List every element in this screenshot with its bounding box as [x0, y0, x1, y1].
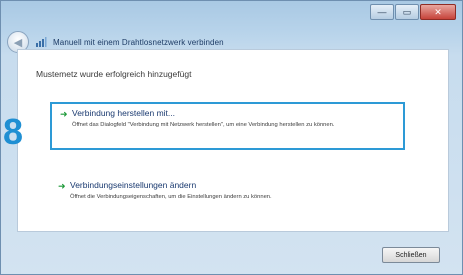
success-message: Mustemetz wurde erfolgreich hinzugefügt — [36, 69, 192, 79]
maximize-button[interactable]: ▭ — [395, 4, 419, 20]
title-bar: — ▭ ✕ — [1, 1, 462, 27]
option-connect-to[interactable]: ➜ Verbindung herstellen mit... Öffnet da… — [50, 102, 405, 150]
green-arrow-icon: ➜ — [58, 181, 66, 191]
content-panel: Mustemetz wurde erfolgreich hinzugefügt … — [17, 49, 449, 232]
close-window-button[interactable]: ✕ — [420, 4, 456, 20]
option-change-settings[interactable]: ➜ Verbindungseinstellungen ändern Öffnet… — [50, 176, 405, 212]
minimize-button[interactable]: — — [370, 4, 394, 20]
green-arrow-icon: ➜ — [60, 109, 68, 119]
option-description: Öffnet die Verbindungseigenschaften, um … — [70, 194, 272, 200]
step-number-callout: 8 — [3, 111, 24, 152]
wireless-network-icon — [36, 37, 47, 47]
option-title[interactable]: Verbindung herstellen mit... — [72, 108, 397, 118]
option-description: Öffnet das Dialogfeld "Verbindung mit Ne… — [72, 122, 335, 128]
close-button[interactable]: Schließen — [382, 247, 440, 263]
window-controls: — ▭ ✕ — [370, 4, 456, 20]
back-arrow-icon: ◀ — [13, 36, 23, 49]
wizard-window: — ▭ ✕ ◀ Manuell mit einem Drahtlosnetzwe… — [0, 0, 463, 275]
wizard-title: Manuell mit einem Drahtlosnetzwerk verbi… — [53, 37, 224, 47]
option-title[interactable]: Verbindungseinstellungen ändern — [70, 180, 399, 190]
